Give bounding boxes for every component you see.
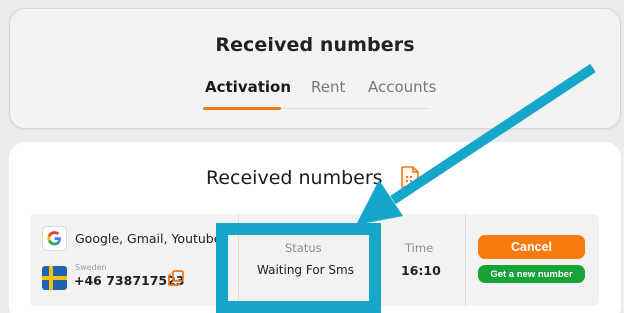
received-numbers-card: Received numbers Google, Gmail, Youtube — [9, 142, 621, 313]
phone-prefix: +46 — [74, 273, 102, 288]
page-title: Received numbers — [215, 34, 415, 56]
time-label: Time — [405, 241, 434, 255]
google-icon — [42, 226, 67, 251]
active-tab-indicator — [203, 107, 281, 110]
tab-accounts[interactable]: Accounts — [368, 77, 436, 97]
service-name: Google, Gmail, Youtube — [75, 231, 222, 246]
status-value: Waiting For Sms — [257, 263, 354, 277]
section-title: Received numbers — [206, 167, 383, 189]
time-value: 16:10 — [401, 263, 441, 278]
tab-rent[interactable]: Rent — [311, 77, 345, 97]
sweden-flag-icon — [42, 266, 67, 290]
tab-activation[interactable]: Activation — [203, 77, 293, 97]
header-card: Received numbers Activation Rent Account… — [9, 8, 621, 129]
copy-icon[interactable] — [168, 270, 184, 286]
cancel-button[interactable]: Cancel — [478, 235, 585, 259]
get-new-number-button[interactable]: Get a new number — [478, 265, 585, 283]
tab-bar: Activation Rent Accounts — [203, 77, 436, 110]
country-name: Sweden — [75, 263, 107, 272]
column-divider — [465, 214, 466, 306]
document-icon[interactable] — [401, 166, 419, 188]
order-row: Google, Gmail, Youtube Sweden +46 738717… — [30, 214, 599, 306]
column-divider — [238, 214, 239, 306]
status-label: Status — [285, 241, 322, 255]
